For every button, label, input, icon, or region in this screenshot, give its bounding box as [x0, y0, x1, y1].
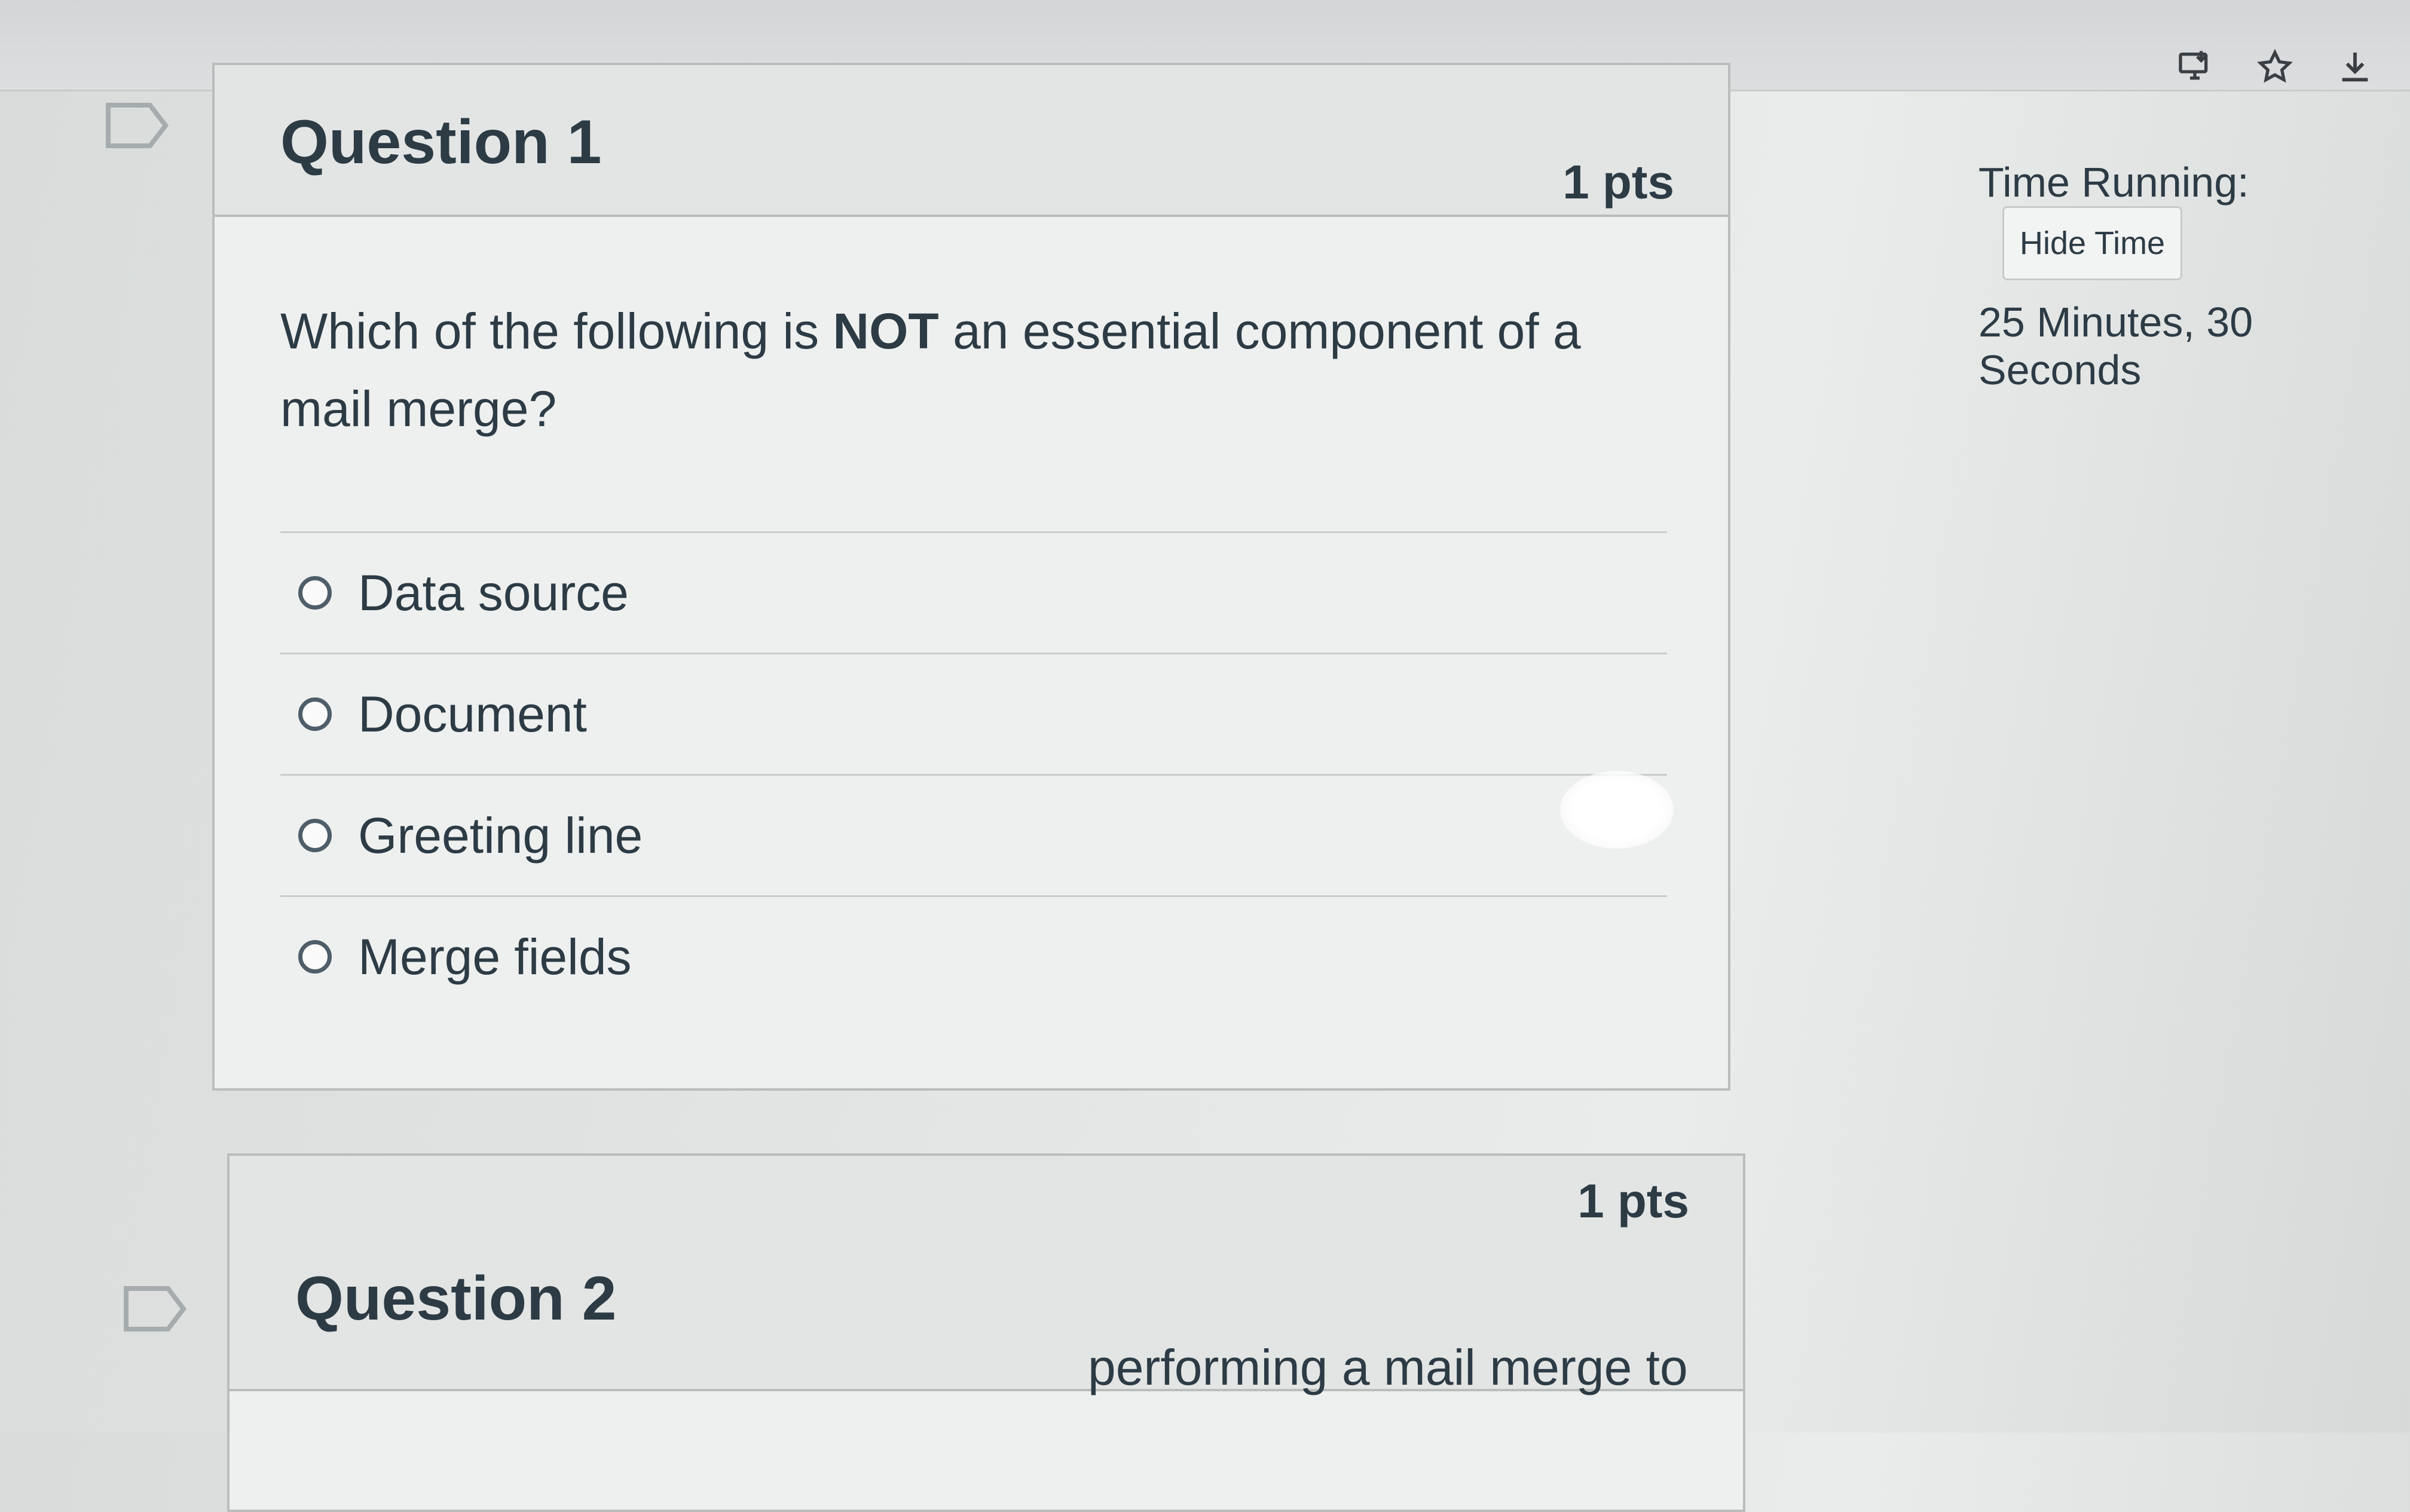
install-app-icon[interactable]	[2176, 48, 2214, 86]
question-1-answers: Data source Document Greeting line Merge…	[280, 531, 1667, 1017]
question-1-title: Question 1	[280, 108, 602, 177]
question-1-points: 1 pts	[1562, 155, 1674, 209]
flag-question-1-icon[interactable]	[105, 102, 170, 149]
question-2-title: Question 2	[295, 1264, 617, 1333]
question-1-header: Question 1 1 pts	[215, 65, 1728, 217]
radio-button[interactable]	[298, 819, 332, 852]
question-2-text: performing a mail merge to	[1088, 1339, 1688, 1395]
timer-value: 25 Minutes, 30 Seconds	[1978, 299, 2253, 393]
quiz-timer: Time Running: Hide Time 25 Minutes, 30 S…	[1978, 158, 2410, 394]
question-1-text: Which of the following is NOT an essenti…	[280, 303, 1581, 437]
answer-label: Data source	[358, 564, 629, 621]
answer-option[interactable]: Document	[280, 653, 1667, 774]
download-icon[interactable]	[2336, 48, 2374, 86]
bookmark-star-icon[interactable]	[2256, 48, 2294, 86]
hide-time-button[interactable]: Hide Time	[2002, 206, 2183, 280]
radio-button[interactable]	[298, 697, 332, 731]
answer-option[interactable]: Greeting line	[280, 774, 1667, 895]
browser-toolbar-icons	[2176, 48, 2374, 86]
screen-glare	[1560, 771, 1674, 849]
answer-option[interactable]: Data source	[280, 531, 1667, 653]
question-2-points: 1 pts	[1577, 1174, 1689, 1228]
question-1-card: Question 1 1 pts Which of the following …	[212, 63, 1730, 1091]
flag-question-2-icon[interactable]	[123, 1285, 188, 1333]
answer-label: Merge fields	[358, 928, 632, 985]
answer-label: Greeting line	[358, 807, 643, 864]
radio-button[interactable]	[298, 940, 332, 974]
radio-button[interactable]	[298, 576, 332, 610]
answer-option[interactable]: Merge fields	[280, 895, 1667, 1017]
answer-label: Document	[358, 685, 587, 742]
question-2-card: Question 2 1 pts	[227, 1153, 1745, 1512]
timer-label: Time Running:	[1978, 159, 2249, 206]
